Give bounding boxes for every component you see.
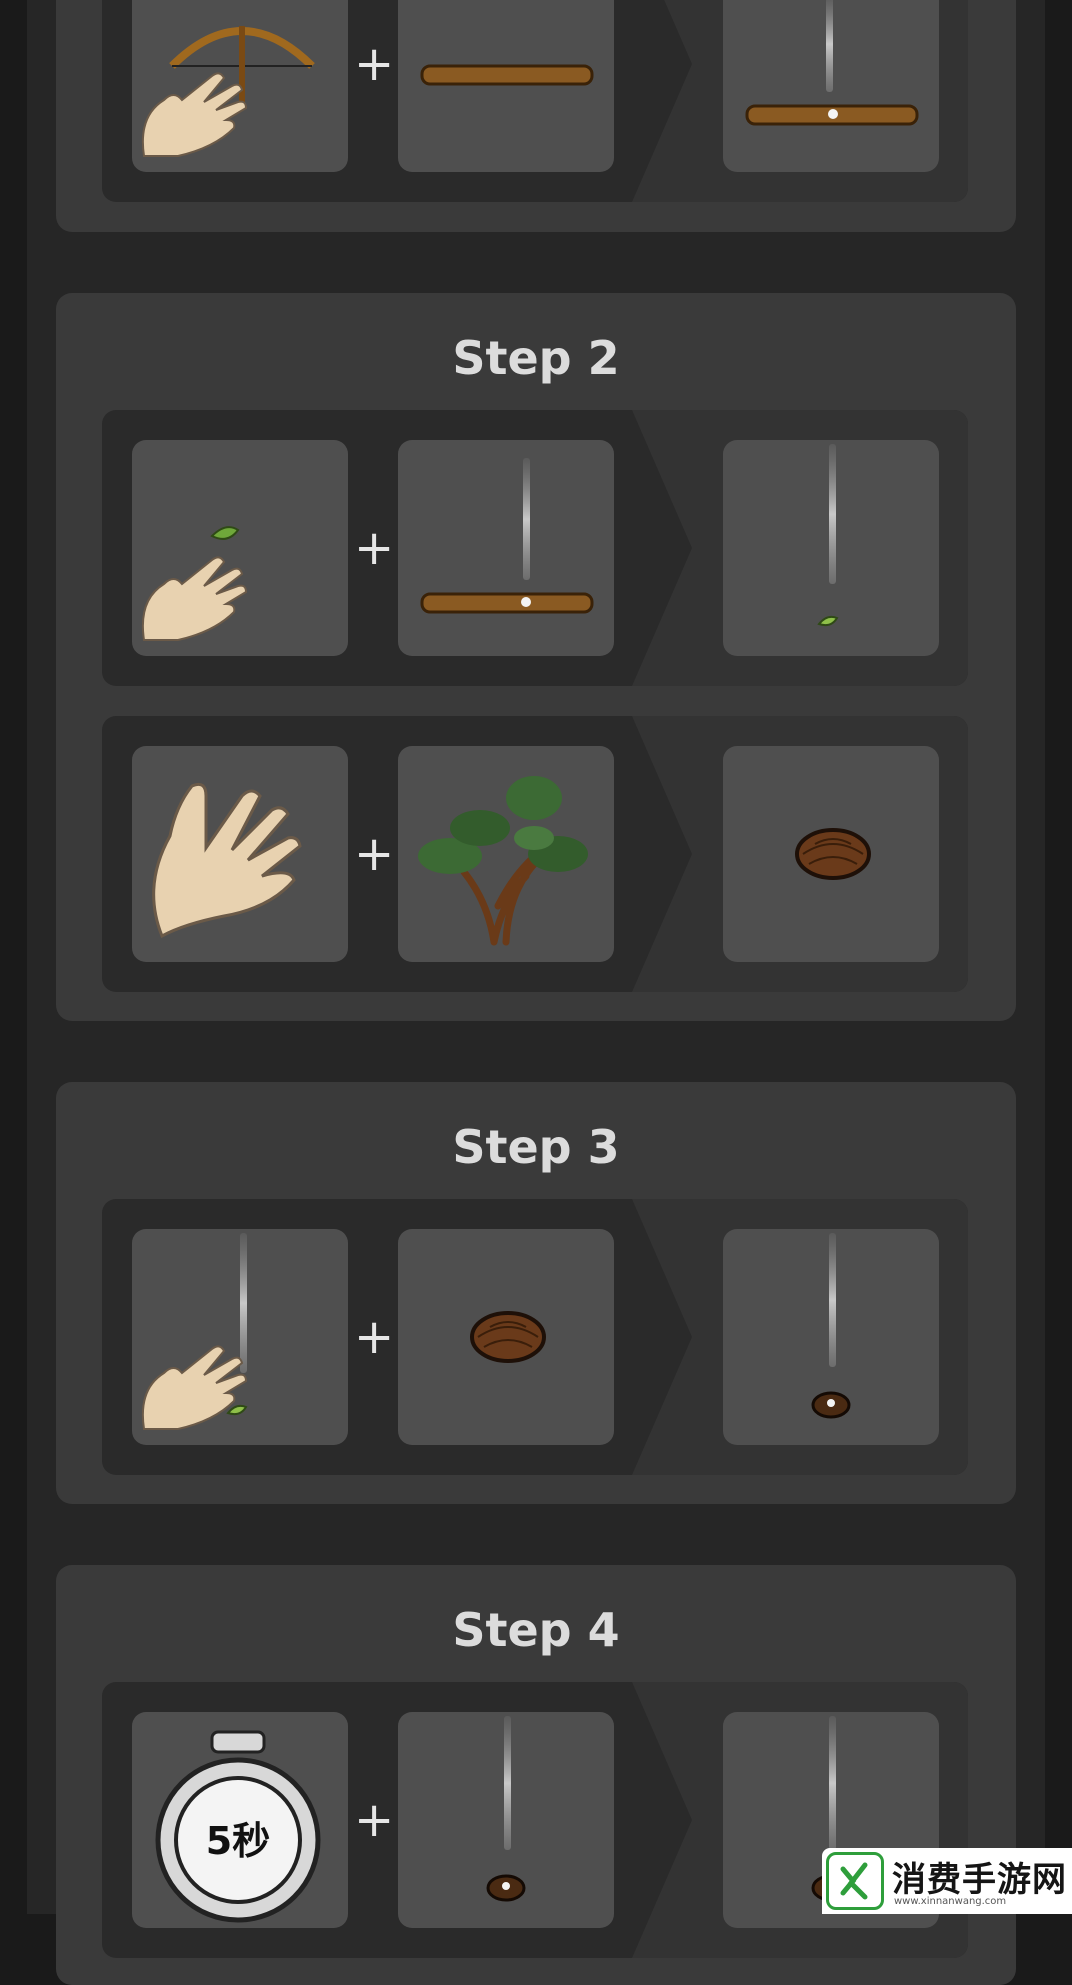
open-hand-icon	[152, 782, 302, 939]
ingredient-tile[interactable]	[398, 440, 614, 656]
recipe-row: +	[102, 0, 968, 202]
step-title: Step 3	[452, 1120, 620, 1174]
hand-with-smoking-ember-icon	[141, 1233, 248, 1430]
watermark-title: 消费手游网	[892, 1860, 1067, 1900]
stopwatch-icon: 5秒	[155, 1730, 321, 1923]
ingredient-tile[interactable]	[398, 1229, 614, 1445]
tree-icon	[418, 776, 588, 946]
smoking-tinder-icon	[486, 1716, 526, 1902]
site-logo-icon	[826, 1852, 884, 1910]
step-title: Step 4	[452, 1603, 620, 1657]
site-watermark: 消费手游网 www.xinnanwang.com	[822, 1848, 1072, 1914]
log-icon	[420, 64, 594, 86]
tinder-bundle-icon	[795, 828, 871, 880]
recipe-row: 5秒 +	[102, 1682, 968, 1958]
tinder-bundle-icon	[470, 1311, 546, 1363]
plus-sign: +	[354, 826, 395, 882]
plus-sign: +	[354, 520, 395, 576]
smoking-tinder-icon	[811, 1233, 851, 1419]
smoking-log-icon	[420, 458, 594, 614]
ingredient-tile[interactable]	[398, 0, 614, 172]
result-tile[interactable]	[723, 746, 939, 962]
stopwatch-label: 5秒	[206, 1819, 270, 1863]
plus-sign: +	[354, 1309, 395, 1365]
ingredient-tile[interactable]	[132, 440, 348, 656]
result-tile[interactable]	[723, 0, 939, 172]
ingredient-tile[interactable]	[132, 746, 348, 962]
hand-with-leaf-icon	[141, 526, 248, 641]
recipe-row: +	[102, 410, 968, 686]
plus-sign: +	[354, 1792, 395, 1848]
smoking-log-icon	[745, 0, 919, 126]
ingredient-tile[interactable]: 5秒	[132, 1712, 348, 1928]
bow-and-hand-icon	[141, 26, 315, 157]
ingredient-tile[interactable]	[398, 1712, 614, 1928]
plus-sign: +	[354, 36, 395, 92]
result-tile[interactable]	[723, 440, 939, 656]
ingredient-tile[interactable]	[132, 1229, 348, 1445]
smoke-ember-icon	[817, 444, 839, 627]
recipe-row: +	[102, 1199, 968, 1475]
ingredient-tile[interactable]	[132, 0, 348, 172]
ingredient-tile[interactable]	[398, 746, 614, 962]
result-tile[interactable]	[723, 1229, 939, 1445]
step-title: Step 2	[452, 331, 620, 385]
recipe-row: +	[102, 716, 968, 992]
watermark-url: www.xinnanwang.com	[894, 1896, 1007, 1907]
